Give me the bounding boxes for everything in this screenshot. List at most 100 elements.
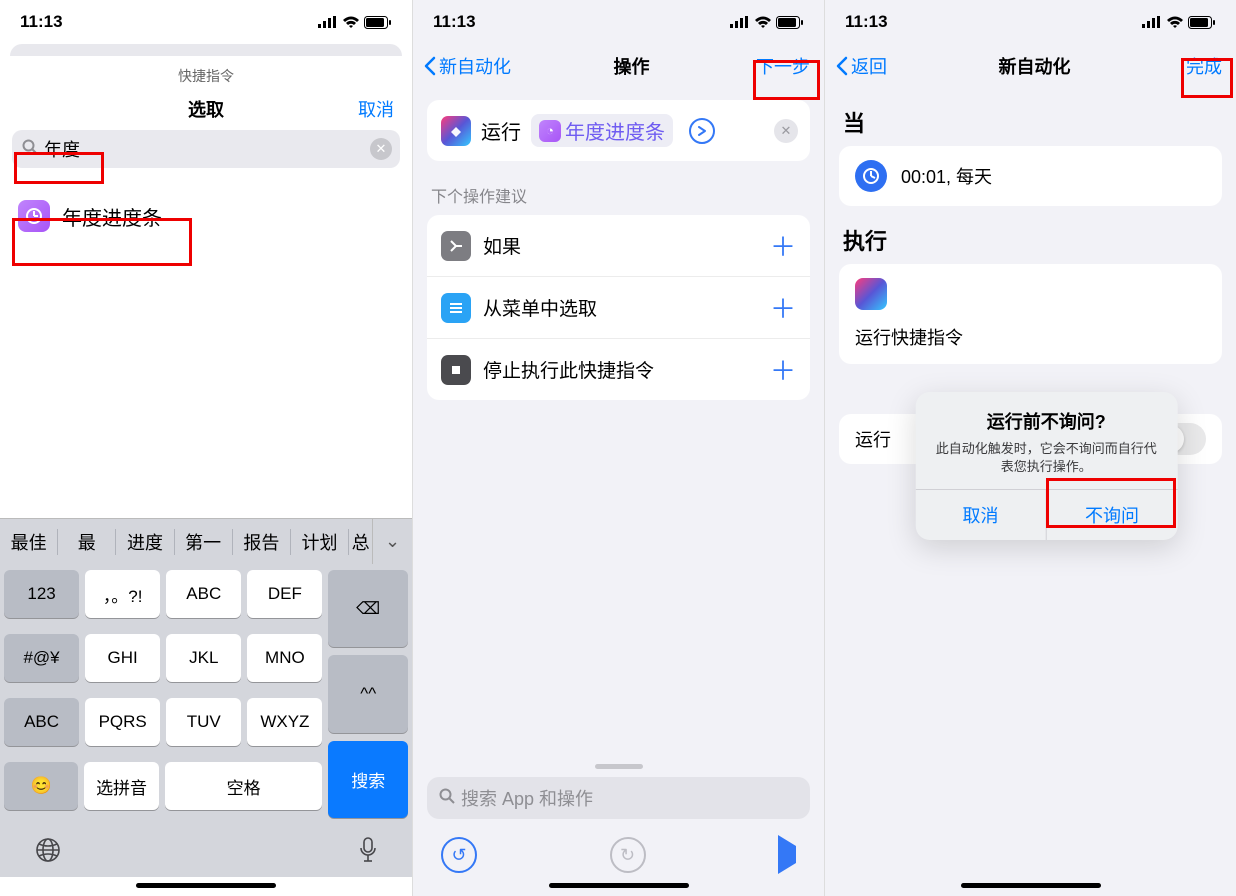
ime-candidate-bar[interactable]: 最佳 最 进度 第一 报告 计划 总 ⌄ xyxy=(0,518,412,564)
sheet-context-title: 快捷指令 xyxy=(0,62,412,88)
mic-icon[interactable] xyxy=(358,836,378,869)
suggestion-item[interactable]: 从菜单中选取 ＋ xyxy=(427,277,810,339)
trigger-card[interactable]: 00:01, 每天 xyxy=(839,146,1222,206)
key-123[interactable]: 123 xyxy=(4,570,79,618)
candidate[interactable]: 最佳 xyxy=(0,529,57,555)
redo-button[interactable]: ↻ xyxy=(610,837,646,873)
candidate[interactable]: 计划 xyxy=(291,529,348,555)
picker-sheet: 快捷指令 选取 取消 年度 ✕ xyxy=(0,56,412,176)
suggestion-item[interactable]: 停止执行此快捷指令 ＋ xyxy=(427,339,810,400)
key-tuv[interactable]: TUV xyxy=(166,698,241,746)
sheet-title: 选取 xyxy=(188,96,224,122)
search-result-item[interactable]: 年度进度条 xyxy=(0,190,412,242)
run-word: 运行 xyxy=(481,116,521,145)
candidate[interactable]: 进度 xyxy=(116,529,173,555)
suggestion-list: 如果 ＋ 从菜单中选取 ＋ 停止执行此快捷指令 ＋ xyxy=(427,215,810,400)
clock-app-icon xyxy=(18,200,50,232)
home-indicator[interactable] xyxy=(136,883,276,888)
action-card[interactable]: 运行快捷指令 xyxy=(839,264,1222,364)
clock-icon xyxy=(855,160,887,192)
key-punct[interactable]: ，。?! xyxy=(85,570,160,618)
cancel-button[interactable]: 取消 xyxy=(358,96,394,122)
remove-action-button[interactable]: ✕ xyxy=(774,119,798,143)
nav-title: 操作 xyxy=(614,53,650,79)
key-abc-mode[interactable]: ABC xyxy=(4,698,79,746)
add-icon[interactable]: ＋ xyxy=(770,351,796,388)
shortcuts-app-icon xyxy=(441,116,471,146)
key-jkl[interactable]: JKL xyxy=(166,634,241,682)
status-time: 11:13 xyxy=(20,12,63,32)
nav-bar: 新自动化 操作 下一步 xyxy=(413,44,824,88)
sheet-header: 选取 取消 xyxy=(0,88,412,130)
alert-body: 运行前不询问? 此自动化触发时，它会不询问而自行代表您执行操作。 xyxy=(915,392,1177,489)
alert-actions: 取消 不询问 xyxy=(915,489,1177,540)
phone-screen-3: 11:13 返回 新自动化 完成 当 00:01, 每天 执行 运行快捷指令 运… xyxy=(824,0,1236,896)
alert-confirm-button[interactable]: 不询问 xyxy=(1046,490,1178,540)
key-mno[interactable]: MNO xyxy=(247,634,322,682)
key-pqrs[interactable]: PQRS xyxy=(85,698,160,746)
selected-action-card[interactable]: 运行 ◔ 年度进度条 ✕ xyxy=(427,100,810,161)
play-icon xyxy=(778,835,796,874)
undo-button[interactable]: ↺ xyxy=(441,837,477,873)
key-def[interactable]: DEF xyxy=(247,570,322,618)
editor-toolbar: ↺ ↻ xyxy=(413,827,824,877)
background-card-peek xyxy=(10,44,402,56)
status-icons xyxy=(730,16,804,29)
bottom-panel: 搜索 App 和操作 ↺ ↻ xyxy=(413,756,824,896)
status-time: 11:13 xyxy=(845,12,888,32)
candidate[interactable]: 第一 xyxy=(175,529,232,555)
expand-params-button[interactable] xyxy=(689,118,715,144)
add-icon[interactable]: ＋ xyxy=(770,227,796,264)
home-indicator[interactable] xyxy=(961,883,1101,888)
key-select-pinyin[interactable]: 选拼音 xyxy=(84,762,158,810)
next-button[interactable]: 下一步 xyxy=(752,51,814,81)
action-text: 运行快捷指令 xyxy=(855,324,1206,350)
search-input[interactable]: 年度 ✕ xyxy=(12,130,400,168)
alert-cancel-button[interactable]: 取消 xyxy=(915,490,1046,540)
search-value: 年度 xyxy=(44,136,80,162)
key-space[interactable]: 空格 xyxy=(165,762,323,810)
suggestion-label: 从菜单中选取 xyxy=(483,294,758,321)
when-section-title: 当 xyxy=(843,106,1218,138)
alert-message: 此自动化触发时，它会不询问而自行代表您执行操作。 xyxy=(933,440,1159,475)
add-icon[interactable]: ＋ xyxy=(770,289,796,326)
back-button[interactable]: 返回 xyxy=(835,53,887,79)
shortcut-token[interactable]: ◔ 年度进度条 xyxy=(531,114,673,147)
key-emoji[interactable]: 😊 xyxy=(4,762,78,810)
stop-icon xyxy=(441,355,471,385)
section-label: 下个操作建议 xyxy=(431,183,806,207)
key-abc1[interactable]: ABC xyxy=(166,570,241,618)
candidate-expand-icon[interactable]: ⌄ xyxy=(372,519,412,564)
candidate[interactable]: 最 xyxy=(58,529,115,555)
chevron-left-icon xyxy=(835,56,849,76)
clear-search-button[interactable]: ✕ xyxy=(370,138,392,160)
globe-icon[interactable] xyxy=(34,836,62,869)
run-button[interactable] xyxy=(778,846,796,864)
candidate[interactable]: 总 xyxy=(349,529,372,555)
suggestion-label: 如果 xyxy=(483,232,758,259)
done-button[interactable]: 完成 xyxy=(1182,51,1226,81)
key-symbols[interactable]: #@¥ xyxy=(4,634,79,682)
sheet-grabber[interactable] xyxy=(595,764,643,769)
key-search[interactable]: 搜索 xyxy=(328,741,408,818)
branch-icon xyxy=(441,231,471,261)
do-section-title: 执行 xyxy=(843,224,1218,256)
status-bar: 11:13 xyxy=(825,0,1236,44)
key-wxyz[interactable]: WXYZ xyxy=(247,698,322,746)
key-ghi[interactable]: GHI xyxy=(85,634,160,682)
key-caret[interactable]: ^^ xyxy=(328,655,408,732)
suggestion-label: 停止执行此快捷指令 xyxy=(483,356,758,383)
cellular-icon xyxy=(318,16,338,28)
candidate[interactable]: 报告 xyxy=(233,529,290,555)
nav-title: 新自动化 xyxy=(999,53,1071,79)
status-time: 11:13 xyxy=(433,12,476,32)
confirm-alert: 运行前不询问? 此自动化触发时，它会不询问而自行代表您执行操作。 取消 不询问 xyxy=(915,392,1177,540)
home-indicator[interactable] xyxy=(549,883,689,888)
suggestion-item[interactable]: 如果 ＋ xyxy=(427,215,810,277)
key-delete[interactable]: ⌫ xyxy=(328,570,408,647)
search-wrap: 年度 ✕ xyxy=(0,130,412,176)
keyboard: 123 ，。?! ABC DEF #@¥ GHI JKL MNO ABC PQR… xyxy=(0,564,412,822)
search-placeholder: 搜索 App 和操作 xyxy=(461,785,593,811)
actions-search-input[interactable]: 搜索 App 和操作 xyxy=(427,777,810,819)
back-button[interactable]: 新自动化 xyxy=(423,53,511,79)
